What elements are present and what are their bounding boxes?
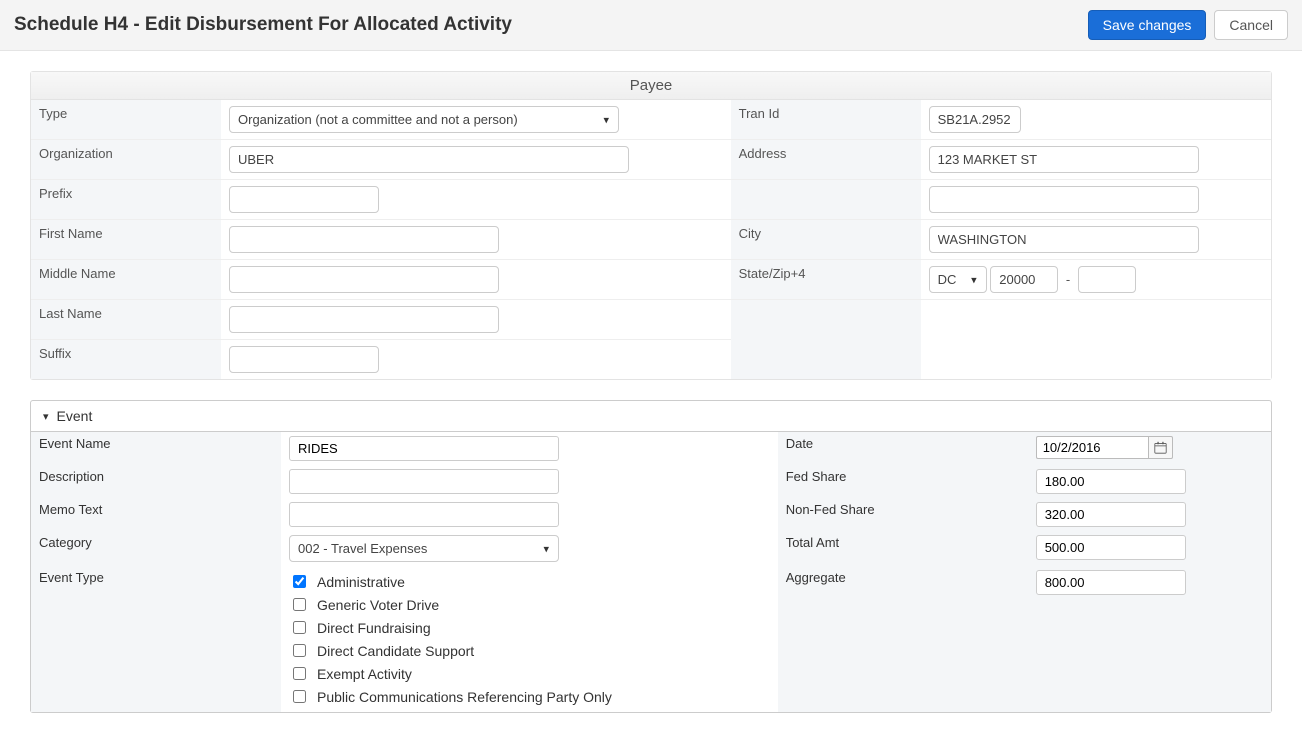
type-select[interactable]: Organization (not a committee and not a … bbox=[229, 106, 619, 133]
label-tran-id: Tran Id bbox=[731, 100, 921, 140]
zip4-input[interactable] bbox=[1078, 266, 1136, 293]
label-address: Address bbox=[731, 140, 921, 180]
payee-panel-header: Payee bbox=[31, 72, 1271, 100]
event-type-checklist: Administrative Generic Voter Drive Direc… bbox=[289, 570, 770, 708]
cancel-button[interactable]: Cancel bbox=[1214, 10, 1288, 40]
description-input[interactable] bbox=[289, 469, 559, 494]
event-type-item: Direct Fundraising bbox=[289, 616, 770, 639]
event-type-checkbox-generic-voter-drive[interactable] bbox=[293, 598, 306, 611]
state-select[interactable]: DC bbox=[929, 266, 987, 293]
label-event-name: Event Name bbox=[31, 432, 281, 465]
field-type: Organization (not a committee and not a … bbox=[221, 100, 731, 140]
event-type-item: Exempt Activity bbox=[289, 662, 770, 685]
save-button[interactable]: Save changes bbox=[1088, 10, 1207, 40]
tran-id-input[interactable] bbox=[929, 106, 1021, 133]
non-fed-share-input[interactable] bbox=[1036, 502, 1186, 527]
label-last-name: Last Name bbox=[31, 300, 221, 340]
first-name-input[interactable] bbox=[229, 226, 499, 253]
label-memo-text: Memo Text bbox=[31, 498, 281, 531]
label-description: Description bbox=[31, 465, 281, 498]
address1-input[interactable] bbox=[929, 146, 1199, 173]
event-accordion: ▾ Event Event Name Date bbox=[30, 400, 1272, 713]
payee-panel: Payee Type Organization (not a committee… bbox=[30, 71, 1272, 380]
event-name-input[interactable] bbox=[289, 436, 559, 461]
event-type-item: Direct Candidate Support bbox=[289, 639, 770, 662]
event-type-checkbox-public-communications[interactable] bbox=[293, 690, 306, 703]
label-total-amt: Total Amt bbox=[778, 531, 1028, 566]
calendar-icon bbox=[1154, 441, 1167, 454]
date-input[interactable] bbox=[1036, 436, 1148, 459]
event-type-checkbox-direct-fundraising[interactable] bbox=[293, 621, 306, 634]
event-type-checkbox-administrative[interactable] bbox=[293, 575, 306, 588]
payee-form: Type Organization (not a committee and n… bbox=[31, 100, 1271, 379]
organization-input[interactable] bbox=[229, 146, 629, 173]
address2-input[interactable] bbox=[929, 186, 1199, 213]
label-middle-name: Middle Name bbox=[31, 260, 221, 300]
label-prefix: Prefix bbox=[31, 180, 221, 220]
last-name-input[interactable] bbox=[229, 306, 499, 333]
label-category: Category bbox=[31, 531, 281, 566]
event-form: Event Name Date bbox=[31, 432, 1271, 712]
event-type-item: Administrative bbox=[289, 570, 770, 593]
suffix-input[interactable] bbox=[229, 346, 379, 373]
memo-text-input[interactable] bbox=[289, 502, 559, 527]
label-organization: Organization bbox=[31, 140, 221, 180]
total-amt-input[interactable] bbox=[1036, 535, 1186, 560]
label-suffix: Suffix bbox=[31, 340, 221, 380]
event-type-item: Public Communications Referencing Party … bbox=[289, 685, 770, 708]
content: Payee Type Organization (not a committee… bbox=[0, 51, 1302, 733]
middle-name-input[interactable] bbox=[229, 266, 499, 293]
label-fed-share: Fed Share bbox=[778, 465, 1028, 498]
event-type-label: Public Communications Referencing Party … bbox=[317, 689, 612, 705]
date-picker-button[interactable] bbox=[1148, 436, 1173, 459]
fed-share-input[interactable] bbox=[1036, 469, 1186, 494]
event-accordion-header[interactable]: ▾ Event bbox=[31, 401, 1271, 432]
label-address2 bbox=[731, 180, 921, 220]
label-city: City bbox=[731, 220, 921, 260]
event-type-item: Generic Voter Drive bbox=[289, 593, 770, 616]
label-event-type: Event Type bbox=[31, 566, 281, 684]
caret-down-icon: ▾ bbox=[43, 410, 49, 423]
event-type-checkbox-exempt-activity[interactable] bbox=[293, 667, 306, 680]
city-input[interactable] bbox=[929, 226, 1199, 253]
label-aggregate: Aggregate bbox=[778, 566, 1028, 684]
page-title: Schedule H4 - Edit Disbursement For Allo… bbox=[14, 14, 512, 36]
event-accordion-title: Event bbox=[57, 408, 93, 424]
label-date: Date bbox=[778, 432, 1028, 465]
event-type-label: Direct Fundraising bbox=[317, 620, 431, 636]
category-select[interactable]: 002 - Travel Expenses bbox=[289, 535, 559, 562]
event-type-label: Administrative bbox=[317, 574, 405, 590]
event-type-label: Generic Voter Drive bbox=[317, 597, 439, 613]
zip-dash: - bbox=[1066, 272, 1070, 287]
event-type-checkbox-direct-candidate-support[interactable] bbox=[293, 644, 306, 657]
prefix-input[interactable] bbox=[229, 186, 379, 213]
label-state-zip: State/Zip+4 bbox=[731, 260, 921, 300]
header-bar: Schedule H4 - Edit Disbursement For Allo… bbox=[0, 0, 1302, 51]
header-actions: Save changes Cancel bbox=[1088, 10, 1288, 40]
label-first-name: First Name bbox=[31, 220, 221, 260]
field-tran-id bbox=[921, 100, 1271, 140]
label-type: Type bbox=[31, 100, 221, 140]
zip-input[interactable] bbox=[990, 266, 1058, 293]
aggregate-input[interactable] bbox=[1036, 570, 1186, 595]
label-non-fed-share: Non-Fed Share bbox=[778, 498, 1028, 531]
event-type-label: Direct Candidate Support bbox=[317, 643, 474, 659]
event-type-label: Exempt Activity bbox=[317, 666, 412, 682]
